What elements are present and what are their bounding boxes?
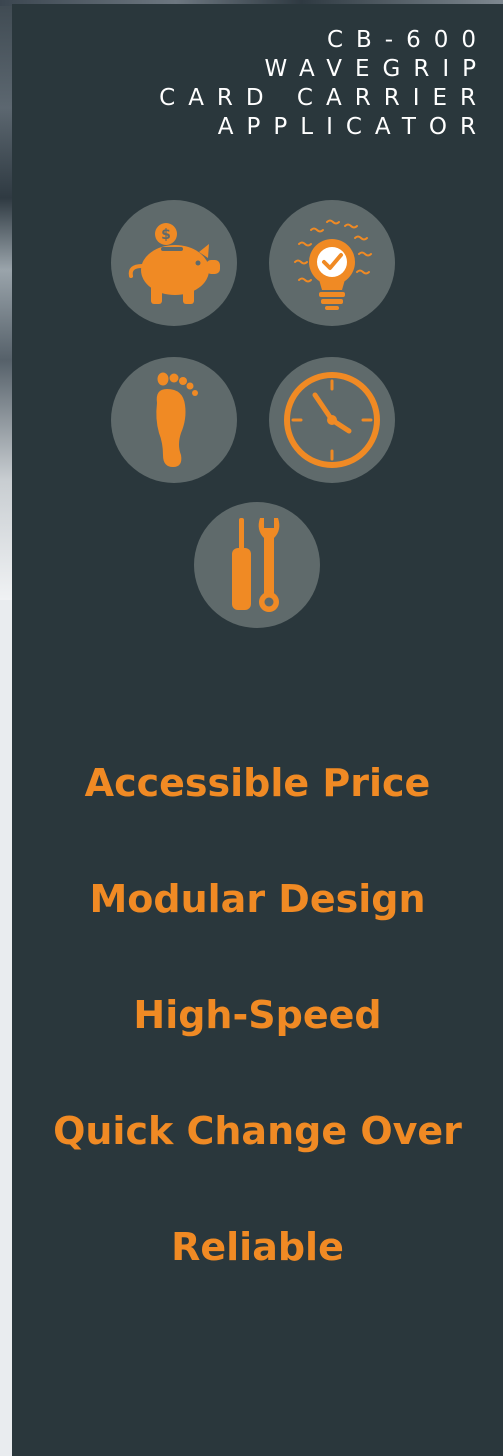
- feature-accessible-price: Accessible Price: [84, 761, 431, 805]
- feature-modular-design: Modular Design: [89, 877, 426, 921]
- feature-reliable: Reliable: [171, 1225, 344, 1269]
- title-line-model: CB-600: [326, 27, 489, 53]
- title-line-series: WAVEGRIP: [264, 56, 489, 82]
- feature-quick-change-over: Quick Change Over: [53, 1109, 462, 1153]
- title-line-type: APPLICATOR: [217, 114, 489, 140]
- tools-icon: [194, 502, 320, 628]
- product-title: CB-600 WAVEGRIP CARD CARRIER APPLICATOR: [19, 26, 489, 142]
- clock-icon: [269, 357, 395, 483]
- piggy-bank-icon: $: [111, 200, 237, 326]
- lightbulb-check-icon: [269, 200, 395, 326]
- title-line-product: CARD CARRIER: [159, 85, 489, 111]
- feature-high-speed: High-Speed: [133, 993, 382, 1037]
- footprint-icon: [111, 357, 237, 483]
- svg-text:$: $: [161, 227, 171, 243]
